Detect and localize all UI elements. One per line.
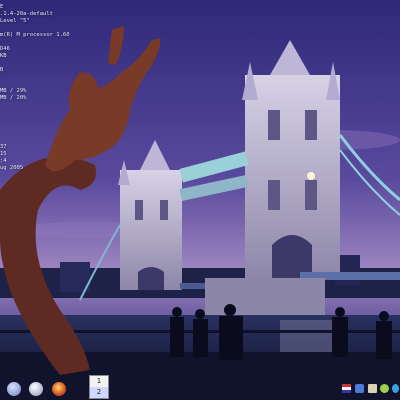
desktop-pager[interactable]: 1 2 bbox=[89, 375, 109, 399]
sysinfo-line: :4 bbox=[0, 158, 7, 164]
sysinfo-line: D46 bbox=[0, 46, 10, 52]
taskbar: 1 2 bbox=[0, 375, 400, 400]
pager-desktop-2[interactable]: 2 bbox=[90, 387, 108, 398]
sysinfo-line: MB / 29% bbox=[0, 88, 27, 94]
sysinfo-line: KB bbox=[0, 53, 7, 59]
sysinfo-line: 37 bbox=[0, 144, 7, 150]
sysinfo-line: MB / 20% bbox=[0, 95, 27, 101]
volume-icon[interactable] bbox=[380, 384, 389, 393]
sysinfo-line bbox=[0, 102, 80, 109]
sysinfo-line: ug 2005 bbox=[0, 165, 24, 171]
flag-icon[interactable] bbox=[342, 384, 351, 393]
sysinfo-line bbox=[0, 137, 80, 144]
sysinfo-line: Level "5" bbox=[0, 18, 30, 24]
start-menu-icon[interactable] bbox=[7, 382, 21, 396]
sysinfo-line: E bbox=[0, 4, 4, 10]
sysinfo-line bbox=[0, 81, 80, 88]
sysinfo-line: 15 bbox=[0, 151, 7, 157]
sysinfo-line: B bbox=[0, 67, 4, 73]
sysinfo-line bbox=[0, 130, 80, 137]
system-info-panel: E .1.4-20a-default Level "5" m(R) M proces… bbox=[0, 4, 80, 172]
network-icon[interactable] bbox=[355, 384, 364, 393]
sysinfo-line: m(R) M processor 1.60 bbox=[0, 32, 70, 38]
konqueror-icon[interactable] bbox=[29, 382, 43, 396]
sysinfo-line bbox=[0, 116, 80, 123]
sysinfo-line bbox=[0, 109, 80, 116]
sysinfo-line bbox=[0, 25, 80, 32]
pager-desktop-1[interactable]: 1 bbox=[90, 376, 108, 387]
sysinfo-line bbox=[0, 123, 80, 130]
sysinfo-line bbox=[0, 39, 80, 46]
sysinfo-line bbox=[0, 60, 80, 67]
update-icon[interactable] bbox=[392, 384, 399, 393]
clipboard-icon[interactable] bbox=[368, 384, 377, 393]
firefox-icon[interactable] bbox=[52, 382, 66, 396]
sysinfo-line bbox=[0, 74, 80, 81]
sysinfo-line: .1.4-20a-default bbox=[0, 11, 53, 17]
bridge-right-tower bbox=[242, 40, 340, 280]
